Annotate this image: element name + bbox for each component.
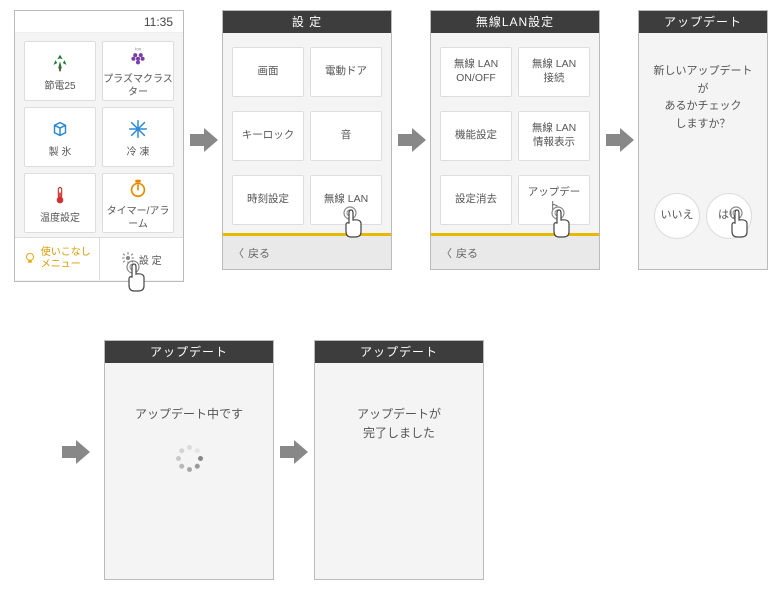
ice-icon xyxy=(49,116,71,142)
item-clock[interactable]: 時刻設定 xyxy=(232,175,304,225)
timer-icon xyxy=(127,175,149,201)
chevron-left-icon: 〈 xyxy=(441,245,452,261)
arrow-icon xyxy=(398,128,426,152)
yes-button[interactable]: はい xyxy=(706,193,752,239)
update-running-screen: アップデート アップデート中です xyxy=(104,340,274,580)
item-wlan-onoff[interactable]: 無線 LAN ON/OFF xyxy=(440,47,512,97)
item-keylock[interactable]: キーロック xyxy=(232,111,304,161)
arrow-icon xyxy=(62,440,90,464)
chevron-left-icon: 〈 xyxy=(233,245,244,261)
tile-label: 節電25 xyxy=(44,80,75,93)
dialog-body: 新しいアップデートが あるかチェック しますか？ いいえ はい xyxy=(639,33,767,269)
arrow-icon xyxy=(606,128,634,152)
tile-label: 冷 凍 xyxy=(127,146,150,159)
screen-title: アップデート xyxy=(639,11,767,33)
tile-ice[interactable]: 製 氷 xyxy=(24,107,96,167)
item-wlan-info[interactable]: 無線 LAN 情報表示 xyxy=(518,111,590,161)
item-wlan-connect[interactable]: 無線 LAN 接続 xyxy=(518,47,590,97)
wlan-grid: 無線 LAN ON/OFF 無線 LAN 接続 機能設定 無線 LAN 情報表示… xyxy=(431,33,599,233)
settings-label: 設 定 xyxy=(139,252,162,267)
item-wlan[interactable]: 無線 LAN xyxy=(310,175,382,225)
home-screen: 11:35 節電25 Ion プラズマクラスター 製 氷 冷 凍 xyxy=(14,10,184,282)
bulb-icon xyxy=(23,251,37,268)
wlan-screen: 無線LAN設定 無線 LAN ON/OFF 無線 LAN 接続 機能設定 無線 … xyxy=(430,10,600,270)
settings-grid: 画面 電動ドア キーロック 音 時刻設定 無線 LAN xyxy=(223,33,391,233)
screen-title: 無線LAN設定 xyxy=(431,11,599,33)
back-button[interactable]: 〈 戻る xyxy=(223,233,391,269)
svg-text:Ion: Ion xyxy=(135,47,142,52)
tile-label: 温度設定 xyxy=(40,212,80,225)
screen-title: 設 定 xyxy=(223,11,391,33)
dialog-body: アップデート中です xyxy=(105,363,273,579)
gear-icon xyxy=(121,251,135,268)
home-grid: 節電25 Ion プラズマクラスター 製 氷 冷 凍 温度設定 xyxy=(15,33,183,237)
item-screen[interactable]: 画面 xyxy=(232,47,304,97)
settings-button[interactable]: 設 定 xyxy=(100,238,184,280)
tips-button[interactable]: 使いこなし メニュー xyxy=(15,238,100,280)
tile-label: 製 氷 xyxy=(49,146,72,159)
done-message: アップデートが 完了しました xyxy=(327,405,471,443)
tips-label: 使いこなし メニュー xyxy=(41,247,91,271)
arrow-icon xyxy=(280,440,308,464)
update-done-screen: アップデート アップデートが 完了しました xyxy=(314,340,484,580)
tile-power-save[interactable]: 節電25 xyxy=(24,41,96,101)
tile-label: プラズマクラスター xyxy=(103,73,173,99)
tile-plasmacluster[interactable]: Ion プラズマクラスター xyxy=(102,41,174,101)
snow-icon xyxy=(127,116,149,142)
back-button[interactable]: 〈 戻る xyxy=(431,233,599,269)
home-footer: 使いこなし メニュー 設 定 xyxy=(15,237,183,280)
grape-icon: Ion xyxy=(127,43,149,69)
tile-timer[interactable]: タイマー/アラーム xyxy=(102,173,174,233)
arrow-icon xyxy=(190,128,218,152)
item-wlan-func[interactable]: 機能設定 xyxy=(440,111,512,161)
item-sound[interactable]: 音 xyxy=(310,111,382,161)
screen-title: アップデート xyxy=(315,341,483,363)
update-confirm-screen: アップデート 新しいアップデートが あるかチェック しますか？ いいえ はい xyxy=(638,10,768,270)
tile-freeze[interactable]: 冷 凍 xyxy=(102,107,174,167)
dialog-body: アップデートが 完了しました xyxy=(315,363,483,579)
tile-temperature[interactable]: 温度設定 xyxy=(24,173,96,233)
leaf-icon xyxy=(49,50,71,76)
tile-label: タイマー/アラーム xyxy=(103,205,173,231)
item-auto-door[interactable]: 電動ドア xyxy=(310,47,382,97)
no-button[interactable]: いいえ xyxy=(654,193,700,239)
screen-title: アップデート xyxy=(105,341,273,363)
confirm-message: 新しいアップデートが あるかチェック しますか？ xyxy=(651,63,755,133)
clock: 11:35 xyxy=(15,11,183,33)
dialog-buttons: いいえ はい xyxy=(651,193,755,249)
item-wlan-reset[interactable]: 設定消去 xyxy=(440,175,512,225)
running-message: アップデート中です xyxy=(117,405,261,424)
item-update[interactable]: アップデート xyxy=(518,175,590,225)
spinner-icon xyxy=(175,444,203,472)
settings-screen: 設 定 画面 電動ドア キーロック 音 時刻設定 無線 LAN 〈 戻る xyxy=(222,10,392,270)
thermo-icon xyxy=(50,182,70,208)
